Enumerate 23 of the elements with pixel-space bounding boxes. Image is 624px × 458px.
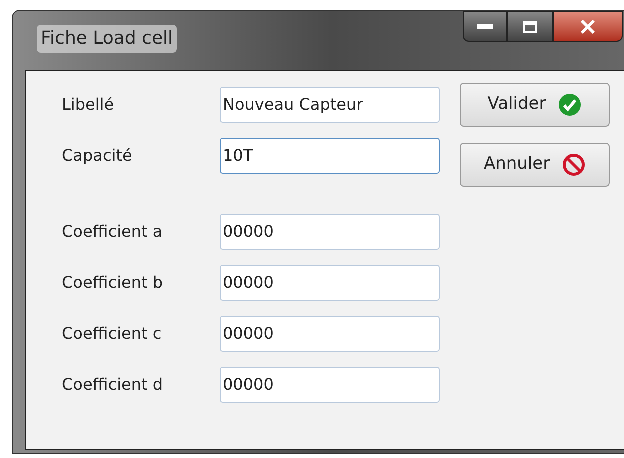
field-label: Coefficient b: [62, 272, 164, 294]
text-field[interactable]: 00000: [220, 214, 440, 250]
window-title: Fiche Load cell: [37, 25, 178, 53]
field-label: Libellé: [62, 94, 116, 116]
field-label: Coefficient d: [62, 374, 164, 396]
text-field[interactable]: 00000: [220, 316, 440, 352]
text-field[interactable]: Nouveau Capteur: [220, 87, 440, 123]
text-field[interactable]: 00000: [220, 367, 440, 403]
close-button[interactable]: [553, 11, 623, 42]
restore-button[interactable]: [507, 11, 553, 42]
prohibited-icon: [562, 153, 586, 177]
minimize-button[interactable]: [463, 11, 507, 42]
checkmark-icon: [558, 93, 582, 117]
close-icon: [580, 20, 596, 34]
field-label: Coefficient c: [62, 323, 163, 345]
cancel-button[interactable]: Annuler: [460, 143, 610, 187]
minimize-icon: [477, 24, 493, 29]
field-label: Coefficient a: [62, 221, 164, 243]
restore-icon: [523, 20, 537, 32]
text-field[interactable]: 10T: [220, 138, 440, 174]
field-label: Capacité: [62, 145, 134, 167]
text-field[interactable]: 00000: [220, 265, 440, 301]
validate-button[interactable]: Valider: [460, 83, 610, 127]
